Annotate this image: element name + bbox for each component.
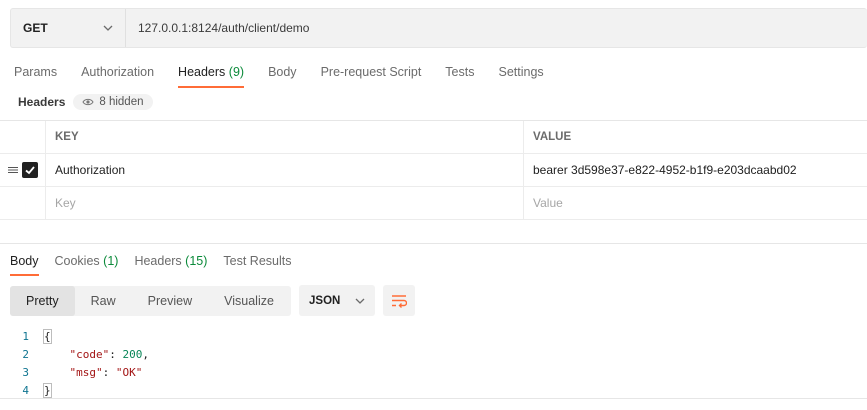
tab-label: Params — [14, 65, 58, 79]
wrap-lines-button[interactable] — [383, 285, 415, 316]
headers-section-label: Headers — [18, 95, 66, 109]
request-url-bar: GET 127.0.0.1:8124/auth/client/demo — [10, 8, 867, 48]
tab-count: (1) — [103, 254, 119, 268]
view-visualize[interactable]: Visualize — [208, 286, 290, 316]
tab-label: Headers — [134, 254, 182, 268]
json-value: 200 — [122, 347, 143, 361]
row-controls — [0, 187, 46, 219]
key-column-header: KEY — [46, 121, 524, 153]
code-text: "code": 200, — [69, 347, 150, 361]
row-enabled-checkbox[interactable] — [21, 162, 38, 178]
url-input[interactable]: 127.0.0.1:8124/auth/client/demo — [126, 21, 309, 35]
tab-label: Tests — [445, 65, 475, 79]
code-text: "msg": "OK" — [69, 365, 143, 379]
header-key-cell[interactable]: Authorization — [46, 154, 524, 186]
request-tabs: Params Authorization Headers (9) Body Pr… — [14, 64, 568, 88]
drag-handle-icon[interactable] — [7, 165, 18, 175]
response-toolbar: Pretty Raw Preview Visualize JSON — [10, 285, 415, 316]
format-select[interactable]: JSON — [299, 285, 375, 316]
line-number: 1 — [22, 329, 29, 343]
code-line: 3 "msg": "OK" — [0, 363, 867, 381]
row-controls — [0, 154, 46, 186]
headers-meta: Headers 8 hidden — [18, 94, 153, 110]
headers-table: KEY VALUE Authorization bearer 3d598e37-… — [0, 120, 867, 220]
tab-label: Body — [10, 254, 39, 268]
tab-count: (15) — [185, 254, 208, 268]
tab-test-results[interactable]: Test Results — [223, 253, 291, 276]
tab-response-headers[interactable]: Headers (15) — [134, 253, 207, 276]
table-row-new: Key Value — [0, 187, 867, 220]
method-label: GET — [23, 21, 48, 35]
table-header-row: KEY VALUE — [0, 121, 867, 154]
tab-label: Test Results — [223, 254, 292, 268]
tab-body[interactable]: Body — [268, 64, 297, 88]
control-column-header — [0, 121, 46, 153]
line-number: 2 — [22, 347, 29, 361]
code-text: } — [43, 382, 52, 398]
json-key: "msg" — [69, 365, 103, 379]
tab-label: Pre-request Script — [320, 65, 422, 79]
value-column-header: VALUE — [533, 131, 572, 143]
header-value-cell[interactable]: bearer 3d598e37-e822-4952-b1f9-e203dcaab… — [524, 154, 867, 186]
chevron-down-icon — [355, 298, 365, 304]
tab-headers[interactable]: Headers (9) — [178, 64, 245, 88]
tab-count: (9) — [228, 65, 245, 79]
json-punctuation: , — [142, 347, 149, 361]
new-key-input[interactable]: Key — [46, 187, 524, 219]
hidden-headers-toggle[interactable]: 8 hidden — [73, 94, 153, 110]
tab-pre-request-script[interactable]: Pre-request Script — [321, 64, 422, 88]
table-row: Authorization bearer 3d598e37-e822-4952-… — [0, 154, 867, 187]
tab-response-body[interactable]: Body — [10, 253, 39, 276]
tab-cookies[interactable]: Cookies (1) — [55, 253, 119, 276]
checkmark-icon — [24, 166, 35, 175]
response-tabs: Body Cookies (1) Headers (15) Test Resul… — [10, 253, 308, 276]
tab-label: Authorization — [81, 65, 155, 79]
format-label: JSON — [309, 294, 341, 307]
tab-label: Cookies — [54, 254, 100, 268]
view-mode-switch: Pretty Raw Preview Visualize — [10, 285, 291, 316]
chevron-down-icon — [103, 25, 113, 31]
view-raw[interactable]: Raw — [75, 286, 132, 316]
tab-label: Settings — [498, 65, 544, 79]
tab-authorization[interactable]: Authorization — [81, 64, 154, 88]
json-value: "OK" — [115, 365, 143, 379]
code-line: 2 "code": 200, — [0, 345, 867, 363]
view-pretty[interactable]: Pretty — [10, 285, 75, 316]
tab-params[interactable]: Params — [14, 64, 57, 88]
request-response-divider — [0, 243, 867, 244]
tab-settings[interactable]: Settings — [498, 64, 543, 88]
tab-tests[interactable]: Tests — [445, 64, 474, 88]
code-text: { — [43, 328, 52, 344]
method-select[interactable]: GET — [11, 9, 126, 47]
line-number: 3 — [22, 365, 29, 379]
wrap-lines-icon — [392, 294, 407, 308]
tab-label: Body — [268, 65, 297, 79]
view-preview[interactable]: Preview — [132, 286, 208, 316]
eye-icon — [82, 98, 94, 106]
code-line: 1 { — [0, 327, 867, 345]
response-body-code: 1 { 2 "code": 200, 3 "msg": "OK" 4 } — [0, 327, 867, 399]
code-line: 4 } — [0, 381, 867, 399]
json-key: "code" — [69, 347, 110, 361]
tab-label: Headers — [178, 65, 226, 79]
new-value-input[interactable]: Value — [524, 187, 867, 219]
line-number: 4 — [22, 383, 29, 397]
hidden-count-label: 8 hidden — [99, 96, 144, 108]
